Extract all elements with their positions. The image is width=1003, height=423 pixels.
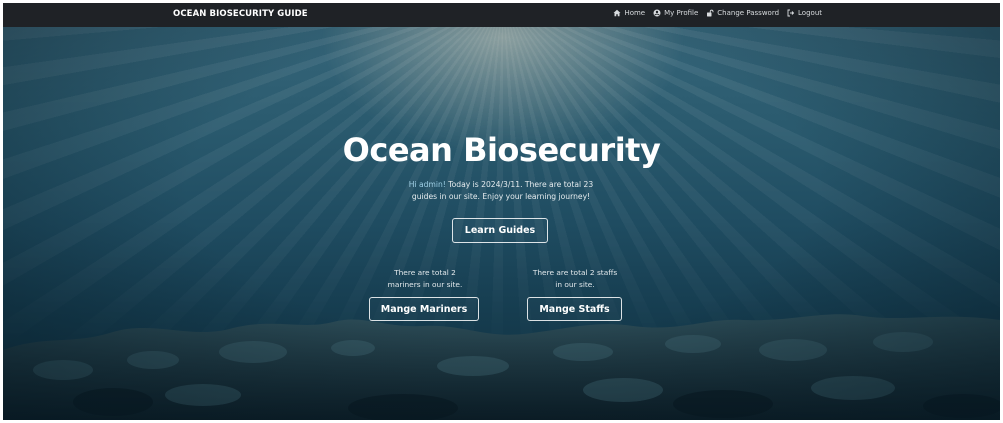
welcome-greeting: Hi admin! bbox=[408, 180, 446, 189]
mariners-count-line2: mariners in our site. bbox=[387, 280, 463, 289]
page-title: Ocean Biosecurity bbox=[342, 131, 661, 169]
nav-change-password-link[interactable]: Change Password bbox=[706, 9, 779, 17]
welcome-line2: guides in our site. Enjoy your learning … bbox=[411, 192, 591, 201]
manage-staffs-button[interactable]: Mange Staffs bbox=[527, 297, 622, 321]
staffs-count-text: There are total 2 staffs in our site. bbox=[529, 267, 621, 291]
welcome-line1: Today is 2024/3/11. There are total 23 bbox=[445, 180, 594, 189]
unlock-icon bbox=[707, 9, 714, 17]
nav-links: Home My Profile Change Password Logout bbox=[613, 9, 822, 17]
nav-logout-label: Logout bbox=[798, 9, 822, 17]
staffs-count-line1: There are total 2 staffs bbox=[532, 268, 618, 277]
page-frame: OCEAN BIOSECURITY GUIDE Home My Profile … bbox=[3, 3, 1000, 420]
top-navbar: OCEAN BIOSECURITY GUIDE Home My Profile … bbox=[3, 3, 1000, 27]
learn-guides-button[interactable]: Learn Guides bbox=[452, 218, 548, 243]
nav-home-link[interactable]: Home bbox=[613, 9, 645, 17]
user-circle-icon bbox=[653, 9, 661, 17]
staffs-count-line2: in our site. bbox=[555, 280, 595, 289]
nav-home-label: Home bbox=[624, 9, 646, 17]
mariners-count-line1: There are total 2 bbox=[394, 268, 456, 277]
nav-profile-label: My Profile bbox=[664, 9, 699, 17]
nav-profile-link[interactable]: My Profile bbox=[653, 9, 698, 17]
nav-logout-link[interactable]: Logout bbox=[787, 9, 822, 17]
welcome-text: Hi admin! Today is 2024/3/11. There are … bbox=[401, 179, 601, 203]
logout-icon bbox=[787, 9, 795, 17]
brand-logo-text[interactable]: OCEAN BIOSECURITY GUIDE bbox=[173, 9, 308, 19]
mariners-count-text: There are total 2 mariners in our site. bbox=[379, 267, 471, 291]
nav-change-password-label: Change Password bbox=[717, 9, 780, 17]
home-icon bbox=[613, 9, 621, 17]
manage-mariners-button[interactable]: Mange Mariners bbox=[369, 297, 479, 321]
